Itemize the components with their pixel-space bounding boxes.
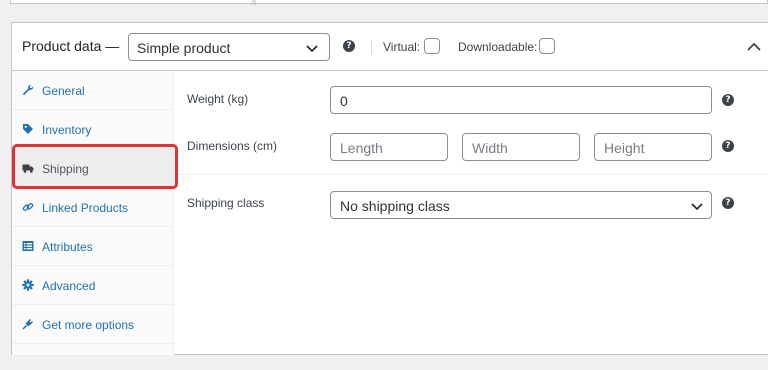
cursor-icon: ☝ bbox=[251, 0, 257, 8]
tab-get-more-options[interactable]: Get more options bbox=[12, 305, 173, 344]
header-divider bbox=[371, 40, 372, 54]
virtual-checkbox[interactable] bbox=[424, 38, 440, 54]
width-placeholder: Width bbox=[472, 140, 508, 156]
tab-attributes[interactable]: Attributes bbox=[12, 227, 173, 266]
help-icon[interactable]: ? bbox=[343, 40, 355, 52]
tab-label: Advanced bbox=[42, 279, 96, 293]
wrench-icon bbox=[22, 84, 34, 96]
tab-label: General bbox=[42, 84, 85, 98]
product-data-header: Product data — Simple product ? Virtual:… bbox=[12, 23, 768, 71]
dimensions-label: Dimensions (cm) bbox=[187, 139, 278, 153]
downloadable-label: Downloadable: bbox=[458, 40, 538, 54]
length-placeholder: Length bbox=[340, 140, 383, 156]
height-placeholder: Height bbox=[604, 140, 645, 156]
tab-label: Get more options bbox=[42, 318, 135, 332]
help-icon[interactable]: ? bbox=[722, 197, 734, 209]
chevron-down-icon bbox=[306, 45, 318, 53]
section-divider bbox=[175, 174, 768, 175]
length-input[interactable]: Length bbox=[330, 133, 448, 161]
help-icon[interactable]: ? bbox=[722, 94, 734, 106]
plugin-icon bbox=[22, 319, 33, 330]
top-panel-edge bbox=[10, 0, 768, 4]
tab-general[interactable]: General bbox=[12, 71, 173, 110]
product-type-value: Simple product bbox=[137, 40, 231, 56]
tab-linked-products[interactable]: Linked Products bbox=[12, 188, 173, 227]
shipping-class-label: Shipping class bbox=[187, 196, 265, 210]
weight-label: Weight (kg) bbox=[187, 92, 249, 106]
shipping-tab-highlight bbox=[12, 144, 178, 189]
chevron-up-icon[interactable] bbox=[746, 39, 762, 55]
gear-icon bbox=[22, 279, 34, 291]
help-icon[interactable]: ? bbox=[722, 140, 734, 152]
chevron-down-icon bbox=[691, 203, 703, 211]
tab-advanced[interactable]: Advanced bbox=[12, 266, 173, 305]
tag-icon bbox=[23, 124, 33, 134]
product-data-title: Product data — bbox=[22, 38, 120, 54]
product-type-select[interactable]: Simple product bbox=[128, 33, 330, 61]
tab-label: Inventory bbox=[42, 123, 92, 137]
height-input[interactable]: Height bbox=[594, 133, 712, 161]
shipping-class-value: No shipping class bbox=[340, 198, 450, 214]
weight-input[interactable]: 0 bbox=[330, 86, 712, 114]
width-input[interactable]: Width bbox=[462, 133, 580, 161]
link-icon bbox=[22, 203, 34, 211]
virtual-label: Virtual: bbox=[383, 40, 421, 54]
product-data-tabs: General Inventory Shipping Linked Produc… bbox=[12, 71, 174, 355]
list-icon bbox=[22, 241, 34, 251]
shipping-class-select[interactable]: No shipping class bbox=[330, 191, 712, 219]
weight-value: 0 bbox=[340, 93, 348, 109]
downloadable-checkbox[interactable] bbox=[539, 38, 555, 54]
tab-label: Linked Products bbox=[42, 201, 129, 215]
tab-label: Attributes bbox=[42, 240, 93, 254]
